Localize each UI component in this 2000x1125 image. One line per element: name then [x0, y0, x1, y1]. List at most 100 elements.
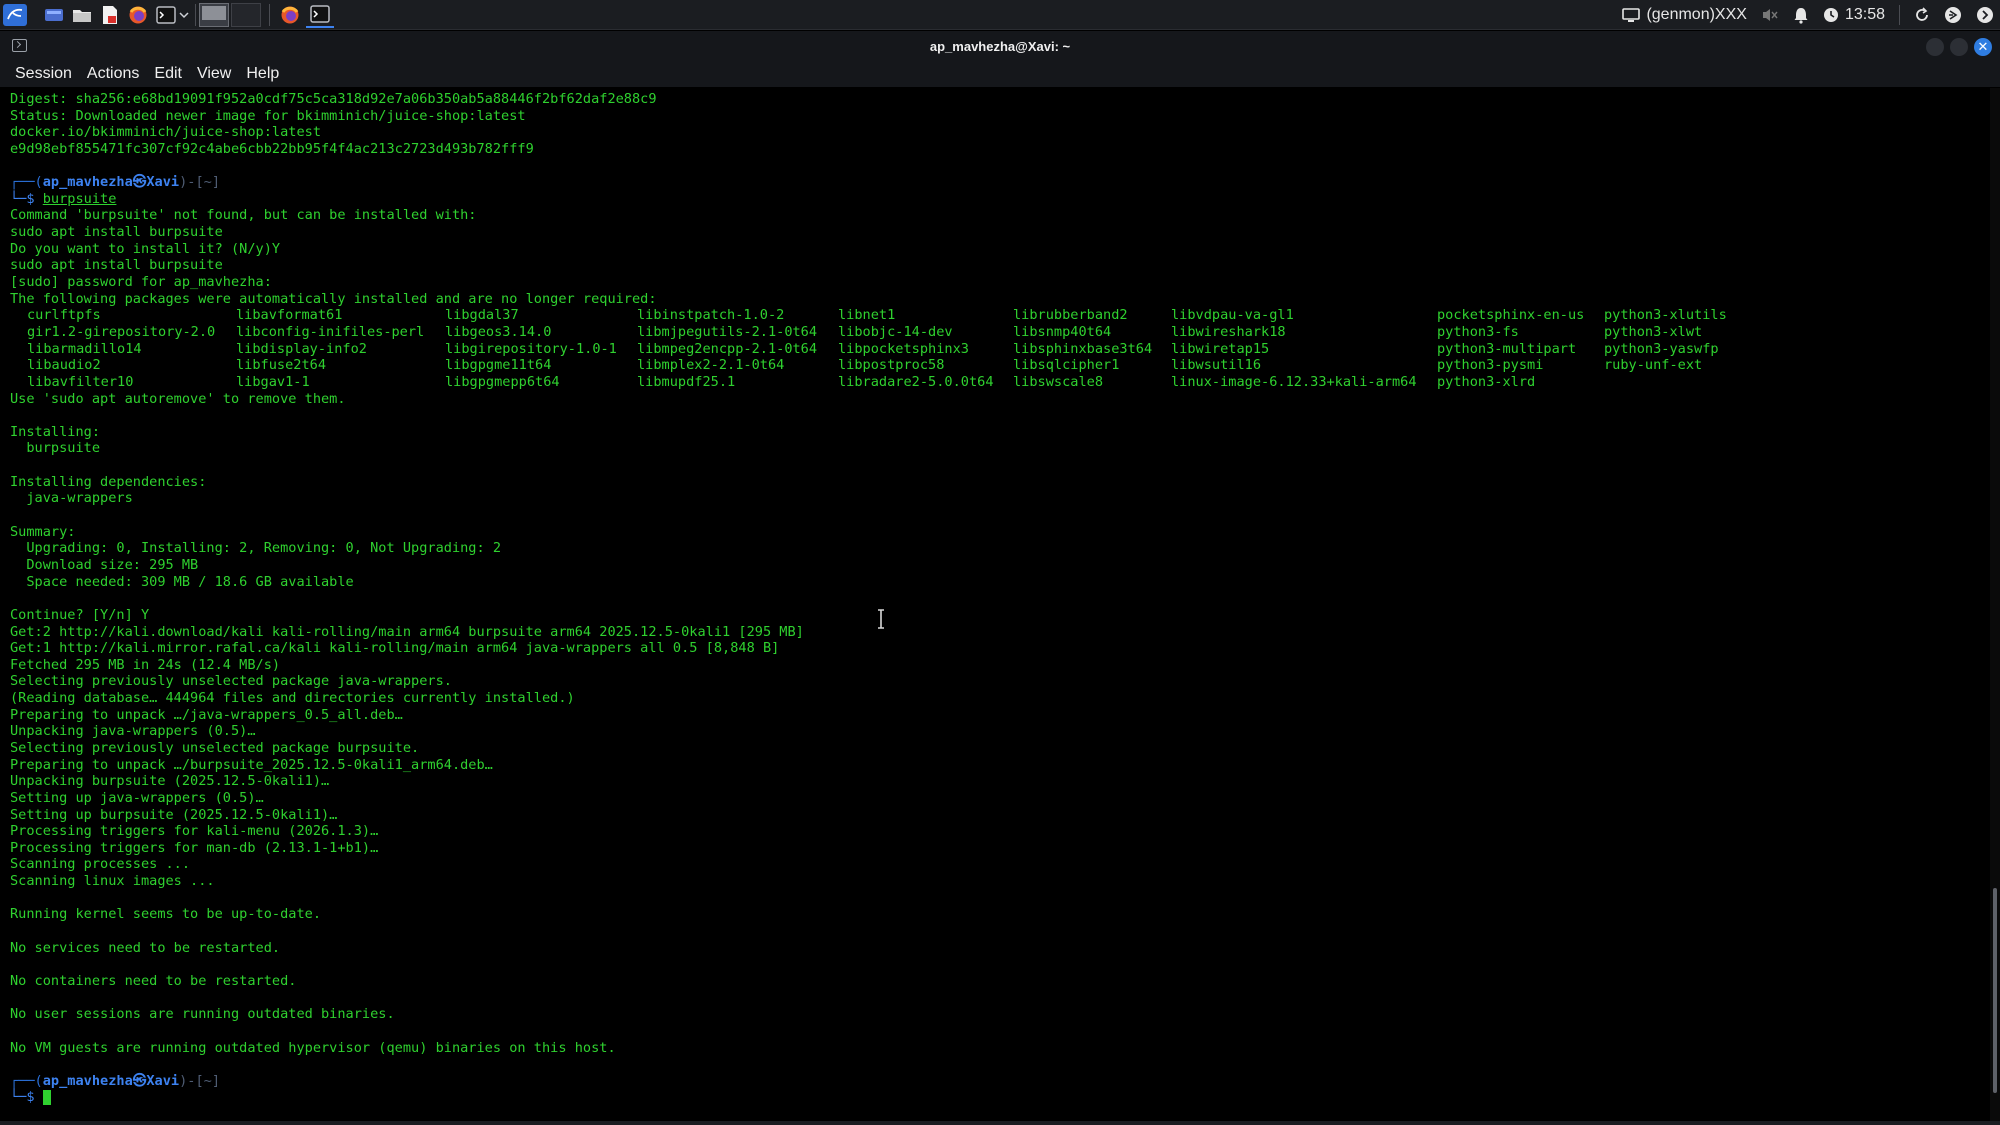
text-editor-icon[interactable]	[99, 4, 121, 26]
package-row: curlftpfs libavformat61 libgdal37 libinstpa…	[10, 307, 1727, 324]
prompt-line-command: └─$ burpsuite	[10, 190, 117, 207]
package-name: libgpgme11t64	[445, 357, 552, 374]
terminal-line: Scanning processes ...	[10, 856, 191, 873]
terminal-line: docker.io/bkimminich/juice-shop:latest	[10, 124, 321, 141]
package-name: libsqlcipher1	[1013, 357, 1120, 374]
menu-help[interactable]: Help	[246, 65, 279, 83]
window-titlebar[interactable]: ap_mavhezha@Xavi: ~	[0, 31, 2000, 61]
power-icon[interactable]	[1976, 6, 1994, 24]
menu-actions[interactable]: Actions	[87, 65, 139, 83]
package-name: python3-pysmi	[1437, 357, 1544, 374]
workspace-2[interactable]	[231, 2, 261, 27]
terminal-line: (Reading database… 444964 files and dire…	[10, 690, 575, 707]
terminal-line: Space needed: 309 MB / 18.6 GB available	[10, 573, 354, 590]
clock-widget[interactable]: 13:58	[1823, 6, 1885, 24]
window-bottom-border	[0, 1121, 2000, 1125]
package-name: curlftpfs	[27, 307, 101, 324]
output-block-3: Use 'sudo apt autoremove' to remove them…	[10, 391, 804, 1073]
dropdown-icon[interactable]	[179, 4, 189, 26]
refresh-icon[interactable]	[1914, 7, 1930, 23]
package-name: libavformat61	[236, 307, 343, 324]
genmon-widget[interactable]: (genmon)XXX	[1622, 6, 1747, 24]
package-name: librubberband2	[1013, 307, 1128, 324]
firefox-icon[interactable]	[127, 4, 149, 26]
volume-muted-icon[interactable]	[1761, 7, 1779, 23]
package-name: gir1.2-girepository-2.0	[27, 323, 216, 340]
clock-time: 13:58	[1844, 6, 1885, 23]
terminal-line: Installing dependencies:	[10, 473, 207, 490]
terminal-task-icon[interactable]	[306, 2, 334, 28]
file-manager-icon[interactable]	[71, 4, 93, 26]
command-text: burpsuite	[42, 190, 117, 207]
terminal-output[interactable]: Digest: sha256:e68bd19091f952a0cdf75c5ca…	[0, 88, 1990, 1121]
network-icon[interactable]	[1944, 6, 1962, 24]
terminal-line: Unpacking java-wrappers (0.5)…	[10, 723, 256, 740]
package-name: python3-multipart	[1437, 340, 1577, 357]
package-name: libpocketsphinx3	[838, 340, 969, 357]
panel-separator	[195, 3, 196, 26]
terminal-icon[interactable]	[155, 4, 177, 26]
terminal-line: No VM guests are running outdated hyperv…	[10, 1039, 616, 1056]
package-name: libnet1	[838, 307, 896, 324]
package-name: linux-image-6.12.33+kali-arm64	[1171, 373, 1417, 390]
kali-menu-icon[interactable]	[3, 3, 27, 26]
terminal-line: Unpacking burpsuite (2025.12.5-0kali1)…	[10, 773, 330, 790]
package-name: libaudio2	[27, 357, 101, 374]
minimize-button[interactable]	[1926, 38, 1944, 56]
tray-separator	[1899, 5, 1900, 25]
terminal-scrollbar[interactable]	[1990, 88, 2000, 1121]
terminal-line: Download size: 295 MB	[10, 556, 199, 573]
terminal-line: Scanning linux images ...	[10, 873, 215, 890]
workspace-1[interactable]	[199, 2, 229, 27]
terminal-line: Use 'sudo apt autoremove' to remove them…	[10, 390, 346, 407]
window-title: ap_mavhezha@Xavi: ~	[929, 38, 1071, 54]
terminal-line: No containers need to be restarted.	[10, 972, 297, 989]
package-name: ruby-unf-ext	[1604, 357, 1703, 374]
package-name: libmupdf25.1	[637, 373, 736, 390]
firefox-task-icon[interactable]	[278, 4, 302, 26]
prompt-line-top-2: ┌──(ap_mavhezha㉿Xavi)-[~]	[10, 1072, 221, 1089]
notification-bell-icon[interactable]	[1793, 6, 1809, 24]
prompt-line-top: ┌──(ap_mavhezha㉿Xavi)-[~]	[10, 174, 221, 191]
window-menu-icon[interactable]	[12, 39, 27, 52]
terminal-line: sudo apt install burpsuite	[10, 224, 223, 241]
menu-edit[interactable]: Edit	[154, 65, 182, 83]
package-name: python3-xlrd	[1437, 373, 1536, 390]
close-icon: ✕	[1977, 39, 1989, 55]
package-name: libsnmp40t64	[1013, 323, 1112, 340]
package-name: libwiretap15	[1171, 340, 1270, 357]
terminal-line: Fetched 295 MB in 24s (12.4 MB/s)	[10, 656, 281, 673]
maximize-button[interactable]	[1950, 38, 1968, 56]
package-name: libconfig-inifiles-perl	[236, 323, 425, 340]
terminal-line: Get:2 http://kali.download/kali kali-rol…	[10, 623, 804, 640]
package-name: libswscale8	[1013, 373, 1104, 390]
terminal-line: The following packages were automaticall…	[10, 290, 657, 307]
text-cursor	[42, 1089, 51, 1105]
package-name: libgpgmepp6t64	[445, 373, 560, 390]
package-name: libinstpatch-1.0-2	[637, 307, 785, 324]
menu-view[interactable]: View	[197, 65, 231, 83]
package-name: python3-xlwt	[1604, 323, 1703, 340]
scrollbar-thumb[interactable]	[1993, 888, 1997, 1093]
package-name: python3-xlutils	[1604, 307, 1727, 324]
menu-session[interactable]: Session	[15, 65, 72, 83]
output-block-1: Digest: sha256:e68bd19091f952a0cdf75c5ca…	[10, 91, 804, 174]
genmon-label: (genmon)XXX	[1646, 6, 1747, 23]
package-name: libwireshark18	[1171, 323, 1286, 340]
prompt-line-input[interactable]: └─$	[10, 1089, 804, 1106]
package-name: libobjc-14-dev	[838, 323, 953, 340]
terminal-lines: Digest: sha256:e68bd19091f952a0cdf75c5ca…	[10, 91, 1727, 1106]
close-button[interactable]: ✕	[1974, 38, 1992, 56]
clock-icon	[1823, 8, 1838, 22]
terminal-line: Upgrading: 0, Installing: 2, Removing: 0…	[10, 540, 502, 557]
desktop-icon[interactable]	[43, 4, 65, 26]
prompt-user: ap_mavhezha㉿Xavi	[42, 174, 180, 191]
